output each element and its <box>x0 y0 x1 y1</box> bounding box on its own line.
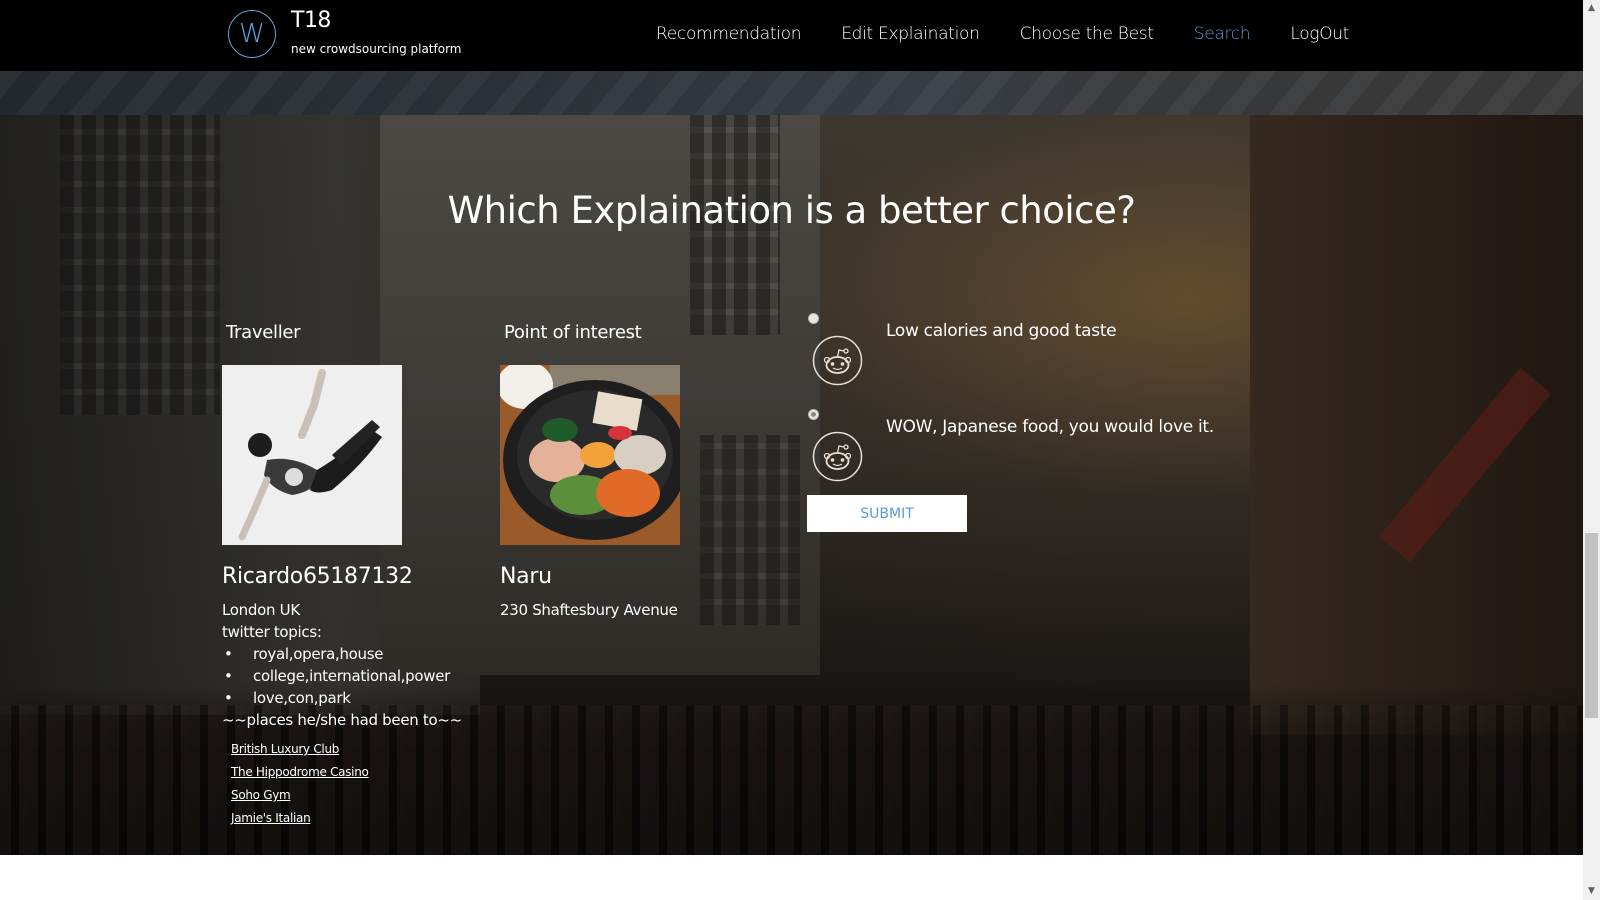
option-radio-2[interactable] <box>808 409 819 420</box>
poi-address: 230 Shaftesbury Avenue <box>500 601 678 619</box>
nav-recommendation[interactable]: Recommendation <box>656 24 801 44</box>
twitter-topics-label: twitter topics: <box>222 623 322 641</box>
nav-search[interactable]: Search <box>1194 24 1251 44</box>
traveller-photo <box>222 365 402 545</box>
option-text-1: Low calories and good taste <box>886 321 1117 341</box>
places-list: British Luxury Club The Hippodrome Casin… <box>231 738 369 830</box>
footer-area <box>0 855 1583 900</box>
twitter-topics-list: royal,opera,house college,international,… <box>222 643 462 709</box>
vertical-scrollbar[interactable]: ▲ ▼ <box>1583 0 1600 900</box>
nav-links: Recommendation Edit Explaination Choose … <box>656 24 1389 44</box>
mountain-banner-background <box>0 71 1583 115</box>
nav-logout[interactable]: LogOut <box>1290 24 1349 44</box>
page-viewport: W T18 new crowdsourcing platform Recomme… <box>0 0 1583 900</box>
nav-edit-explaination[interactable]: Edit Explaination <box>841 24 980 44</box>
logo-icon[interactable]: W <box>228 10 276 58</box>
option-text-2: WOW, Japanese food, you would love it. <box>886 417 1214 437</box>
place-link[interactable]: The Hippodrome Casino <box>231 761 369 784</box>
topic-item: love,con,park <box>222 687 462 709</box>
traveller-section-title: Traveller <box>226 322 301 343</box>
dancer-image <box>222 365 402 545</box>
poi-photo <box>500 365 680 545</box>
place-link[interactable]: British Luxury Club <box>231 738 369 761</box>
scroll-up-arrow-icon[interactable]: ▲ <box>1583 0 1600 17</box>
topic-item: college,international,power <box>222 665 462 687</box>
page-heading: Which Explaination is a better choice? <box>447 189 1136 232</box>
reddit-alien-icon <box>812 335 863 386</box>
scrollbar-thumb[interactable] <box>1585 533 1598 718</box>
traveller-info: London UK twitter topics: royal,opera,ho… <box>222 599 462 731</box>
place-link[interactable]: Jamie's Italian <box>231 807 369 830</box>
bibimbap-image <box>500 365 680 545</box>
poi-section-title: Point of interest <box>504 322 642 343</box>
brand-title: T18 <box>291 8 331 33</box>
topic-item: royal,opera,house <box>222 643 462 665</box>
poi-name: Naru <box>500 564 552 589</box>
option-radio-1[interactable] <box>808 313 819 324</box>
traveller-name: Ricardo65187132 <box>222 564 413 589</box>
place-link[interactable]: Soho Gym <box>231 784 369 807</box>
nav-choose-the-best[interactable]: Choose the Best <box>1020 24 1154 44</box>
choose-best-section: Which Explaination is a better choice? T… <box>0 115 1583 855</box>
navbar: W T18 new crowdsourcing platform Recomme… <box>0 0 1583 71</box>
submit-button[interactable]: SUBMIT <box>807 495 967 532</box>
traveller-location: London UK <box>222 601 300 619</box>
reddit-alien-icon <box>812 431 863 482</box>
scroll-down-arrow-icon[interactable]: ▼ <box>1583 883 1600 900</box>
places-label: ~~places he/she had been to~~ <box>222 711 462 729</box>
brand-subtitle: new crowdsourcing platform <box>291 42 462 56</box>
